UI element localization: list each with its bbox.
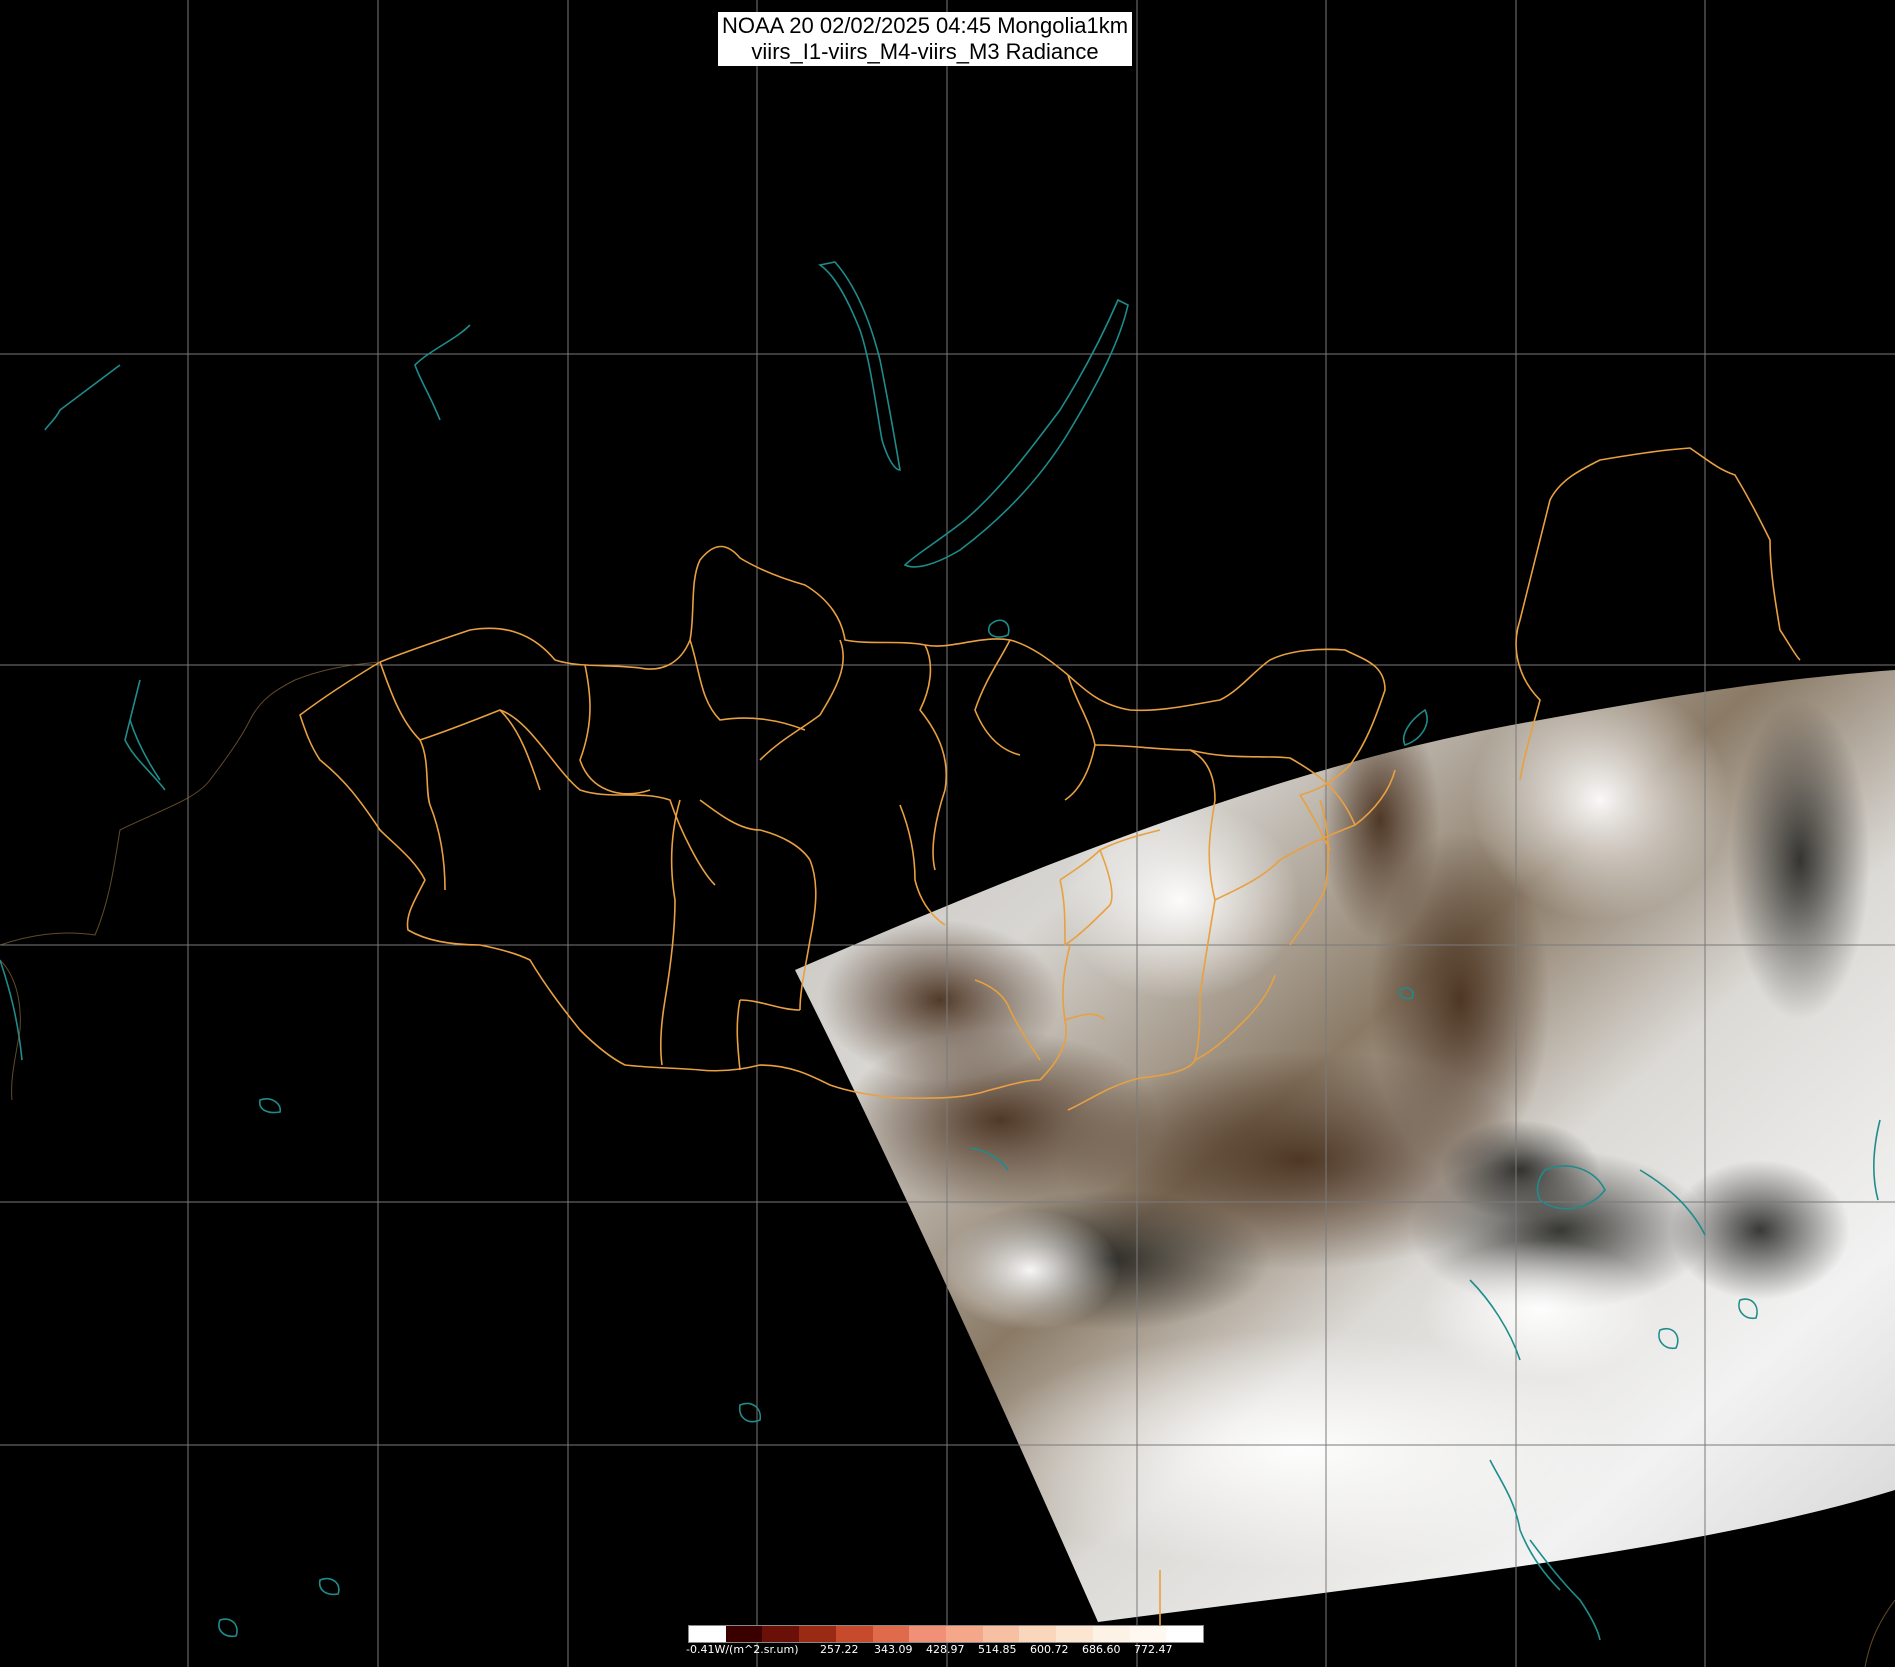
colorbar-swatch [1019, 1626, 1057, 1642]
colorbar-swatch [1129, 1626, 1167, 1642]
satellite-image-viewer: NOAA 20 02/02/2025 04:45 Mongolia1km vii… [0, 0, 1895, 1667]
colorbar-label: 514.85 [978, 1643, 1017, 1656]
colorbar-label: -0.41W/(m^2.sr.um) [686, 1643, 799, 1656]
colorbar-swatch [982, 1626, 1020, 1642]
colorbar-labels: -0.41W/(m^2.sr.um) 257.22 343.09 428.97 514.… [686, 1643, 1226, 1659]
colorbar-swatch [799, 1626, 836, 1642]
colorbar-swatch [872, 1626, 910, 1642]
colorbar-swatch [946, 1626, 983, 1642]
colorbar-label: 343.09 [874, 1643, 913, 1656]
colorbar [688, 1625, 1204, 1643]
title-line-2: viirs_I1-viirs_M4-viirs_M3 Radiance [751, 39, 1099, 64]
colorbar-swatch [762, 1626, 800, 1642]
title-line-1: NOAA 20 02/02/2025 04:45 Mongolia1km [722, 13, 1129, 38]
colorbar-swatch [725, 1626, 763, 1642]
colorbar-label: 686.60 [1082, 1643, 1121, 1656]
image-title: NOAA 20 02/02/2025 04:45 Mongolia1km vii… [718, 12, 1133, 66]
colorbar-swatch [1166, 1626, 1204, 1642]
satellite-map [0, 0, 1895, 1667]
colorbar-label: 257.22 [820, 1643, 859, 1656]
colorbar-label: 428.97 [926, 1643, 965, 1656]
colorbar-swatch [835, 1626, 873, 1642]
colorbar-swatch [689, 1626, 726, 1642]
colorbar-swatch [1092, 1626, 1130, 1642]
colorbar-swatch [909, 1626, 947, 1642]
colorbar-label: 772.47 [1134, 1643, 1173, 1656]
colorbar-label: 600.72 [1030, 1643, 1069, 1656]
colorbar-swatch [1056, 1626, 1093, 1642]
